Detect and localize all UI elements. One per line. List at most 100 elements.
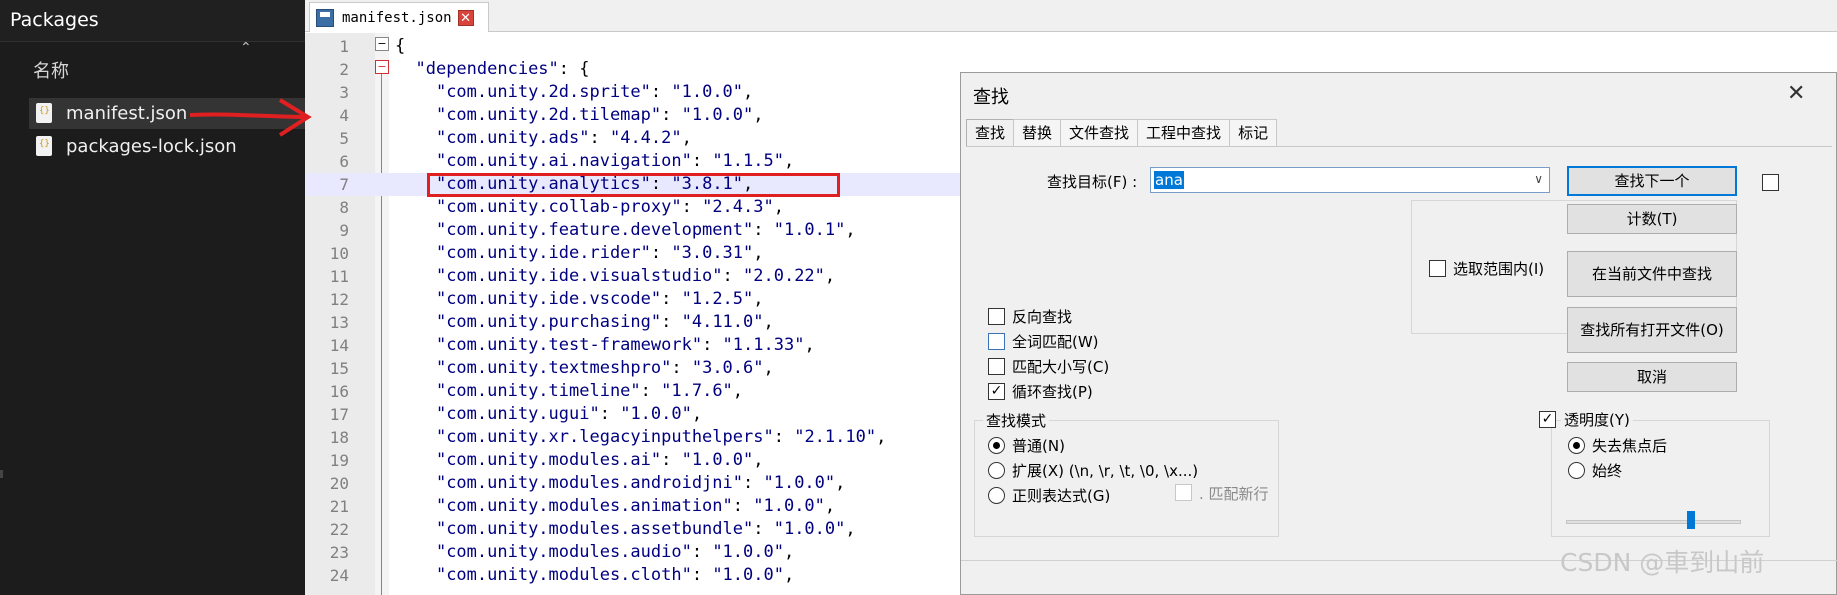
line-text: "com.unity.collab-proxy": "2.4.3", <box>435 197 784 217</box>
reverse-search-checkbox[interactable] <box>988 308 1005 325</box>
find-in-current-file-button[interactable]: 在当前文件中查找 <box>1567 251 1737 297</box>
panel-edge-marker <box>0 470 3 478</box>
column-header-name[interactable]: 名称 <box>33 57 69 83</box>
count-button[interactable]: 计数(T) <box>1567 204 1737 234</box>
in-selection-checkbox[interactable] <box>1429 260 1446 277</box>
option-label: 匹配大小写(C) <box>1012 358 1110 376</box>
mode-regex-radio[interactable] <box>988 487 1005 504</box>
mode-normal-radio[interactable] <box>988 437 1005 454</box>
line-number: 24 <box>329 566 349 585</box>
line-number: 10 <box>329 244 349 263</box>
tab-replace[interactable]: 替换 <box>1013 119 1062 147</box>
json-file-icon: {} <box>36 136 52 156</box>
line-text: "com.unity.feature.development": "1.0.1"… <box>435 220 856 240</box>
sort-up-icon[interactable]: ⌃ <box>240 40 252 56</box>
wrap-around-checkbox[interactable]: ✓ <box>988 383 1005 400</box>
line-number: 17 <box>329 405 349 424</box>
line-text: "com.unity.xr.legacyinputhelpers": "2.1.… <box>435 427 887 447</box>
tab-label: manifest.json <box>342 9 452 26</box>
line-number: 7 <box>339 175 349 194</box>
line-text: "com.unity.modules.audio": "1.0.0", <box>435 542 795 562</box>
line-number: 9 <box>339 221 349 240</box>
line-number: 21 <box>329 497 349 516</box>
match-case-checkbox[interactable] <box>988 358 1005 375</box>
line-number: 13 <box>329 313 349 332</box>
line-number: 20 <box>329 474 349 493</box>
close-tab-icon[interactable]: ✕ <box>457 9 474 26</box>
match-whole-word-checkbox[interactable] <box>988 333 1005 350</box>
code-line[interactable]: 1{ <box>305 35 1837 58</box>
line-text: "com.unity.ai.navigation": "1.1.5", <box>435 151 795 171</box>
explorer-header: Packages <box>0 0 305 42</box>
line-text: "com.unity.ide.rider": "3.0.31", <box>435 243 764 263</box>
line-text: "com.unity.2d.tilemap": "1.0.0", <box>435 105 764 125</box>
line-text: "com.unity.modules.cloth": "1.0.0", <box>435 565 795 585</box>
transparency-checkbox[interactable]: ✓ <box>1539 411 1556 428</box>
option-label: 循环查找(P) <box>1012 383 1093 401</box>
option-label: 反向查找 <box>1012 308 1073 326</box>
find-target-label: 查找目标(F) : <box>1047 173 1138 191</box>
mode-label: 正则表达式(G) <box>1012 487 1111 505</box>
in-selection-label: 选取范围内(I) <box>1453 260 1545 278</box>
editor-tab-bar: manifest.json ✕ <box>305 0 1837 32</box>
tab-divider <box>966 146 1832 147</box>
line-number: 6 <box>339 152 349 171</box>
line-number: 15 <box>329 359 349 378</box>
line-text: "dependencies": { <box>415 59 590 79</box>
json-file-icon: {} <box>36 103 52 123</box>
transparency-slider[interactable] <box>1566 520 1741 524</box>
match-newline-label: . 匹配新行 <box>1199 485 1269 503</box>
line-text: "com.unity.2d.sprite": "1.0.0", <box>435 82 754 102</box>
line-text: "com.unity.modules.ai": "1.0.0", <box>435 450 764 470</box>
match-newline-checkbox[interactable] <box>1175 484 1192 501</box>
line-number: 2 <box>339 60 349 79</box>
mode-extended-radio[interactable] <box>988 462 1005 479</box>
find-next-extra-checkbox[interactable] <box>1762 174 1779 191</box>
screenshot-root: Packages ⌃ 名称 {} manifest.json {} packag… <box>0 0 1837 595</box>
watermark-text: CSDN @車到山前 <box>1560 548 1765 577</box>
transparency-on-lose-focus-radio[interactable] <box>1568 437 1585 454</box>
tab-find-in-files[interactable]: 文件查找 <box>1060 119 1139 147</box>
line-text: { <box>395 36 406 56</box>
dialog-tabs: 查找 替换 文件查找 工程中查找 标记 <box>966 119 1278 147</box>
cancel-button[interactable]: 取消 <box>1567 362 1737 392</box>
find-all-open-files-button[interactable]: 查找所有打开文件(O) <box>1567 307 1737 353</box>
annotation-arrow <box>189 98 312 137</box>
tab-find-in-projects[interactable]: 工程中查找 <box>1137 119 1231 147</box>
floppy-disk-icon <box>316 8 334 27</box>
transparency-option-label: 始终 <box>1592 462 1623 480</box>
line-number: 14 <box>329 336 349 355</box>
line-number: 16 <box>329 382 349 401</box>
line-number: 23 <box>329 543 349 562</box>
tab-find[interactable]: 查找 <box>966 119 1015 147</box>
line-text: "com.unity.timeline": "1.7.6", <box>435 381 744 401</box>
line-number: 19 <box>329 451 349 470</box>
line-number: 18 <box>329 428 349 447</box>
explorer-title: Packages <box>10 9 99 31</box>
find-target-value: ana <box>1154 171 1184 189</box>
transparency-label: 透明度(Y) <box>1561 409 1633 430</box>
search-mode-label: 查找模式 <box>983 410 1050 431</box>
find-target-input[interactable]: ana ∨ <box>1150 167 1550 193</box>
close-icon[interactable]: ✕ <box>1787 81 1805 106</box>
line-text: "com.unity.purchasing": "4.11.0", <box>435 312 774 332</box>
line-text: "com.unity.modules.animation": "1.0.0", <box>435 496 836 516</box>
transparency-slider-thumb[interactable] <box>1687 511 1695 529</box>
tab-mark[interactable]: 标记 <box>1229 119 1278 147</box>
option-label: 全词匹配(W) <box>1012 333 1099 351</box>
line-number: 12 <box>329 290 349 309</box>
line-text: "com.unity.textmeshpro": "3.0.6", <box>435 358 774 378</box>
mode-label: 扩展(X) (\n, \r, \t, \0, \x...) <box>1012 462 1199 480</box>
line-text: "com.unity.modules.assetbundle": "1.0.0"… <box>435 519 856 539</box>
line-text: "com.unity.ide.visualstudio": "2.0.22", <box>435 266 836 286</box>
line-text: "com.unity.ugui": "1.0.0", <box>435 404 703 424</box>
file-item-manifest[interactable]: {} manifest.json <box>36 98 187 128</box>
tab-manifest-json[interactable]: manifest.json ✕ <box>309 2 489 32</box>
mode-label: 普通(N) <box>1012 437 1065 455</box>
line-text: "com.unity.ide.vscode": "1.2.5", <box>435 289 764 309</box>
transparency-always-radio[interactable] <box>1568 462 1585 479</box>
line-number: 11 <box>329 267 349 286</box>
find-next-button[interactable]: 查找下一个 <box>1567 166 1737 196</box>
file-item-label: manifest.json <box>66 102 188 124</box>
chevron-down-icon[interactable]: ∨ <box>1534 172 1543 186</box>
